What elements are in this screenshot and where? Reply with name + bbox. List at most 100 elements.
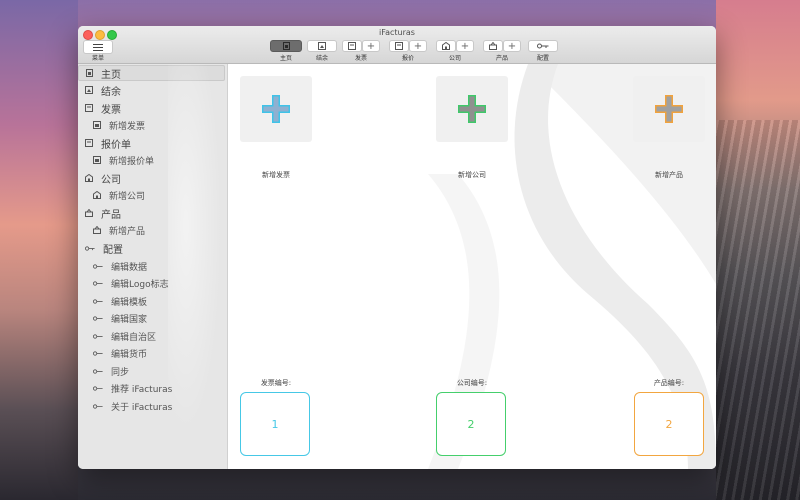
toolbar-add-product-button[interactable]: + (503, 40, 521, 52)
sidebar-item-about[interactable]: 关于 iFacturas (78, 398, 241, 414)
new-company-label: 新增公司 (458, 171, 486, 179)
sidebar-item-settings[interactable]: 配置 (78, 240, 233, 256)
toolbar-balance-button[interactable] (307, 40, 337, 52)
sidebar-item-sync[interactable]: 同步 (78, 363, 241, 379)
quote-icon (93, 156, 101, 164)
toolbar-company-label: 公司 (448, 55, 461, 62)
new-invoice-label: 新增发票 (262, 171, 290, 179)
key-icon (93, 332, 103, 340)
toolbar-balance-label: 结余 (315, 55, 328, 62)
new-invoice-tile[interactable] (240, 76, 312, 142)
company-count-box: 2 (436, 392, 506, 456)
invoice-icon (93, 121, 101, 129)
sidebar-item-edit-data[interactable]: 编辑数据 (78, 258, 241, 274)
company-icon (85, 174, 93, 182)
sidebar-item-new-company[interactable]: 新增公司 (78, 187, 241, 203)
key-icon (93, 297, 103, 305)
product-icon (85, 209, 93, 217)
key-icon (93, 349, 103, 357)
toolbar-home-button[interactable] (270, 40, 302, 52)
product-count-label: 产品编号: (653, 379, 685, 387)
sidebar-item-new-product[interactable]: 新增产品 (78, 222, 241, 238)
sidebar-item-new-invoice[interactable]: 新增发票 (78, 117, 241, 133)
sidebar-item-label: 新增产品 (109, 226, 146, 237)
sidebar-item-label: 编辑自治区 (111, 332, 157, 343)
key-icon (93, 262, 103, 270)
toolbar-settings-label: 配置 (536, 55, 549, 62)
company-count-label: 公司编号: (456, 379, 488, 387)
add-plus-icon (458, 95, 486, 123)
app-window: iFacturas 菜单 主页 结余 + 发票 + 报价 + 公司 + 产品 配… (78, 26, 716, 469)
dashboard: 新增发票 新增公司 新增产品 发票编号: 1 公司编号: 2 产品编号: 2 (228, 64, 716, 469)
toolbar-add-company-button[interactable]: + (456, 40, 474, 52)
toolbar-product-button[interactable] (483, 40, 503, 52)
sidebar-item-products[interactable]: 产品 (78, 205, 233, 221)
sidebar-item-label: 结余 (101, 86, 121, 98)
key-icon (93, 367, 103, 375)
company-icon (442, 42, 450, 50)
add-plus-icon (655, 95, 683, 123)
sidebar-item-edit-countries[interactable]: 编辑国家 (78, 310, 241, 326)
sidebar-item-label: 关于 iFacturas (111, 402, 173, 413)
sidebar-item-recommend[interactable]: 推荐 iFacturas (78, 380, 241, 396)
sidebar-item-edit-logo[interactable]: 编辑Logo标志 (78, 275, 241, 291)
invoice-count-label: 发票编号: (260, 379, 292, 387)
sidebar-item-label: 产品 (101, 209, 121, 221)
toolbar-invoice-button[interactable] (342, 40, 362, 52)
sidebar-item-quotes[interactable]: 报价单 (78, 135, 233, 151)
balance-icon (318, 42, 326, 50)
hamburger-icon (93, 43, 103, 51)
toolbar-home-label: 主页 (279, 55, 292, 62)
new-product-tile[interactable] (633, 76, 705, 142)
menu-label: 菜单 (91, 55, 104, 62)
sidebar-item-edit-regions[interactable]: 编辑自治区 (78, 328, 241, 344)
sidebar-item-edit-currency[interactable]: 编辑货币 (78, 345, 241, 361)
toolbar-invoice-label: 发票 (354, 55, 367, 62)
key-icon (93, 402, 103, 410)
sidebar-item-label: 编辑国家 (111, 314, 148, 325)
sidebar-item-label: 编辑模板 (111, 297, 148, 308)
toolbar-quote-label: 报价 (401, 55, 414, 62)
sidebar-item-companies[interactable]: 公司 (78, 170, 233, 186)
toolbar-quote-button[interactable] (389, 40, 409, 52)
sidebar-item-balance[interactable]: 结余 (78, 82, 233, 98)
sidebar-item-new-quote[interactable]: 新增报价单 (78, 152, 241, 168)
add-plus-icon (262, 95, 290, 123)
product-icon (93, 226, 101, 234)
sidebar-item-label: 新增报价单 (109, 156, 155, 167)
sidebar-item-label: 报价单 (101, 139, 131, 151)
toolbar-company-button[interactable] (436, 40, 456, 52)
desktop-rock-texture (716, 120, 800, 500)
sidebar-item-label: 编辑货币 (111, 349, 148, 360)
sidebar-item-home[interactable]: 主页 (78, 65, 225, 81)
product-icon (489, 42, 497, 50)
toolbar-settings-button[interactable] (528, 40, 558, 52)
quote-icon (395, 42, 403, 50)
sidebar: 主页 结余 发票 新增发票 报价单 新增报价单 公司 新增公司 产品 新增产品 … (78, 64, 228, 469)
invoice-icon (85, 104, 93, 112)
sidebar-item-label: 同步 (111, 367, 130, 378)
sidebar-item-edit-template[interactable]: 编辑模板 (78, 293, 241, 309)
invoice-count-box: 1 (240, 392, 310, 456)
window-title: iFacturas (379, 28, 415, 37)
home-doc-icon (282, 42, 290, 50)
desktop-background-left (0, 0, 78, 500)
sidebar-item-label: 编辑Logo标志 (111, 279, 169, 290)
sidebar-item-invoices[interactable]: 发票 (78, 100, 233, 116)
sidebar-item-label: 配置 (103, 244, 123, 256)
key-icon (93, 314, 103, 322)
sidebar-item-label: 发票 (101, 104, 121, 116)
toolbar-add-invoice-button[interactable]: + (362, 40, 380, 52)
sidebar-item-label: 主页 (101, 69, 121, 81)
sidebar-item-label: 新增发票 (109, 121, 146, 132)
sidebar-item-label: 公司 (101, 174, 121, 186)
key-icon (93, 384, 103, 392)
sidebar-item-label: 编辑数据 (111, 262, 148, 273)
key-icon (93, 279, 103, 287)
toolbar-product-label: 产品 (495, 55, 508, 62)
new-company-tile[interactable] (436, 76, 508, 142)
key-icon (537, 43, 549, 49)
sidebar-item-label: 新增公司 (109, 191, 146, 202)
menu-button[interactable] (83, 40, 113, 54)
toolbar-add-quote-button[interactable]: + (409, 40, 427, 52)
